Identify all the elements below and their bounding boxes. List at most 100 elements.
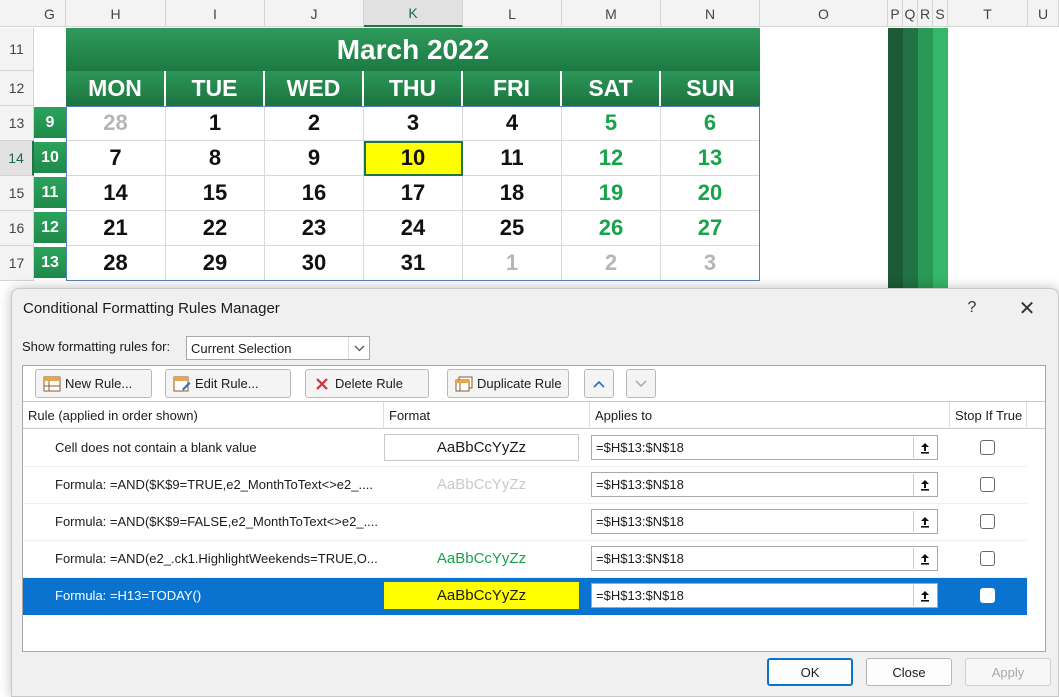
week-number-cell[interactable]: 13: [34, 247, 66, 280]
collapse-range-icon[interactable]: [913, 511, 936, 532]
column-header-k[interactable]: K: [364, 0, 463, 27]
day-header-tue[interactable]: TUE: [166, 71, 265, 106]
date-cell[interactable]: 3: [661, 246, 760, 281]
column-header-h[interactable]: H: [66, 0, 166, 27]
day-header-mon[interactable]: MON: [66, 71, 166, 106]
date-cell[interactable]: 17: [364, 176, 463, 211]
date-cell[interactable]: 23: [265, 211, 364, 246]
date-cell[interactable]: 1: [463, 246, 562, 281]
column-applies-to[interactable]: Applies to: [590, 402, 950, 429]
column-header-i[interactable]: I: [166, 0, 265, 27]
date-cell[interactable]: 28: [66, 246, 166, 281]
collapse-range-icon[interactable]: [913, 437, 936, 458]
date-cell[interactable]: 6: [661, 106, 760, 141]
apply-button[interactable]: Apply: [965, 658, 1051, 686]
date-cell[interactable]: 31: [364, 246, 463, 281]
applies-to-input[interactable]: =$H$13:$N$18: [591, 509, 938, 534]
date-cell[interactable]: 7: [66, 141, 166, 176]
row-header-17[interactable]: 17: [0, 246, 34, 281]
applies-to-input[interactable]: =$H$13:$N$18: [591, 583, 938, 608]
stop-if-true-checkbox[interactable]: [980, 440, 995, 455]
week-number-cell[interactable]: 12: [34, 212, 66, 245]
date-cell[interactable]: 9: [265, 141, 364, 176]
column-header-q[interactable]: Q: [903, 0, 918, 27]
row-header-15[interactable]: 15: [0, 176, 34, 211]
rule-row-selected[interactable]: Formula: =H13=TODAY() AaBbCcYyZz =$H$13:…: [23, 578, 1027, 615]
rule-row[interactable]: Formula: =AND($K$9=TRUE,e2_MonthToText<>…: [23, 467, 1027, 504]
day-header-sun[interactable]: SUN: [661, 71, 760, 106]
move-up-button[interactable]: [584, 369, 614, 398]
day-header-sat[interactable]: SAT: [562, 71, 661, 106]
date-cell[interactable]: 24: [364, 211, 463, 246]
day-header-wed[interactable]: WED: [265, 71, 364, 106]
date-cell[interactable]: 15: [166, 176, 265, 211]
date-cell[interactable]: 30: [265, 246, 364, 281]
row-header-12[interactable]: 12: [0, 71, 34, 106]
column-header-j[interactable]: J: [265, 0, 364, 27]
date-cell[interactable]: 8: [166, 141, 265, 176]
date-cell[interactable]: 27: [661, 211, 760, 246]
day-header-fri[interactable]: FRI: [463, 71, 562, 106]
scope-dropdown[interactable]: Current Selection: [186, 336, 370, 360]
stop-if-true-checkbox[interactable]: [980, 514, 995, 529]
column-header-g[interactable]: G: [34, 0, 66, 27]
row-header-14[interactable]: 14: [0, 141, 34, 176]
rule-row[interactable]: Formula: =AND(e2_.ck1.HighlightWeekends=…: [23, 541, 1027, 578]
day-header-thu[interactable]: THU: [364, 71, 463, 106]
date-cell[interactable]: 20: [661, 176, 760, 211]
chevron-down-icon[interactable]: [348, 337, 369, 359]
help-icon[interactable]: ?: [962, 297, 982, 319]
collapse-range-icon[interactable]: [913, 585, 936, 606]
week-number-cell[interactable]: 9: [34, 107, 66, 140]
column-header-s[interactable]: S: [933, 0, 948, 27]
stop-if-true-checkbox[interactable]: [980, 477, 995, 492]
column-header-n[interactable]: N: [661, 0, 760, 27]
new-rule-button[interactable]: New Rule...: [35, 369, 152, 398]
date-cell[interactable]: 29: [166, 246, 265, 281]
date-cell[interactable]: 2: [562, 246, 661, 281]
column-stop-if-true[interactable]: Stop If True: [950, 402, 1027, 429]
date-cell[interactable]: 16: [265, 176, 364, 211]
collapse-range-icon[interactable]: [913, 548, 936, 569]
date-cell[interactable]: 5: [562, 106, 661, 141]
column-header-p[interactable]: P: [888, 0, 903, 27]
column-header-m[interactable]: M: [562, 0, 661, 27]
date-cell[interactable]: 18: [463, 176, 562, 211]
rule-row[interactable]: Formula: =AND($K$9=FALSE,e2_MonthToText<…: [23, 504, 1027, 541]
calendar-title[interactable]: March 2022: [66, 28, 760, 71]
date-cell[interactable]: 14: [66, 176, 166, 211]
week-number-cell[interactable]: 10: [34, 142, 66, 175]
delete-rule-button[interactable]: Delete Rule: [305, 369, 429, 398]
date-cell[interactable]: 3: [364, 106, 463, 141]
move-down-button[interactable]: [626, 369, 656, 398]
date-cell[interactable]: 12: [562, 141, 661, 176]
date-cell[interactable]: 2: [265, 106, 364, 141]
today-date-cell[interactable]: 10: [364, 141, 463, 176]
date-cell[interactable]: 28: [66, 106, 166, 141]
column-format[interactable]: Format: [384, 402, 590, 429]
date-cell[interactable]: 1: [166, 106, 265, 141]
applies-to-input[interactable]: =$H$13:$N$18: [591, 435, 938, 460]
date-cell[interactable]: 13: [661, 141, 760, 176]
edit-rule-button[interactable]: Edit Rule...: [165, 369, 291, 398]
column-header-o[interactable]: O: [760, 0, 888, 27]
date-cell[interactable]: 22: [166, 211, 265, 246]
row-header-13[interactable]: 13: [0, 106, 34, 141]
close-button[interactable]: Close: [866, 658, 952, 686]
date-cell[interactable]: 26: [562, 211, 661, 246]
row-header-16[interactable]: 16: [0, 211, 34, 246]
applies-to-input[interactable]: =$H$13:$N$18: [591, 546, 938, 571]
ok-button[interactable]: OK: [767, 658, 853, 686]
rule-row[interactable]: Cell does not contain a blank value AaBb…: [23, 430, 1027, 467]
date-cell[interactable]: 21: [66, 211, 166, 246]
column-header-l[interactable]: L: [463, 0, 562, 27]
row-header-11[interactable]: 11: [0, 28, 34, 71]
column-header-r[interactable]: R: [918, 0, 933, 27]
column-rule[interactable]: Rule (applied in order shown): [23, 402, 384, 429]
applies-to-input[interactable]: =$H$13:$N$18: [591, 472, 938, 497]
close-icon[interactable]: ✕: [1015, 296, 1039, 320]
duplicate-rule-button[interactable]: Duplicate Rule: [447, 369, 569, 398]
column-header-u[interactable]: U: [1028, 0, 1059, 27]
stop-if-true-checkbox[interactable]: [980, 551, 995, 566]
date-cell[interactable]: 11: [463, 141, 562, 176]
